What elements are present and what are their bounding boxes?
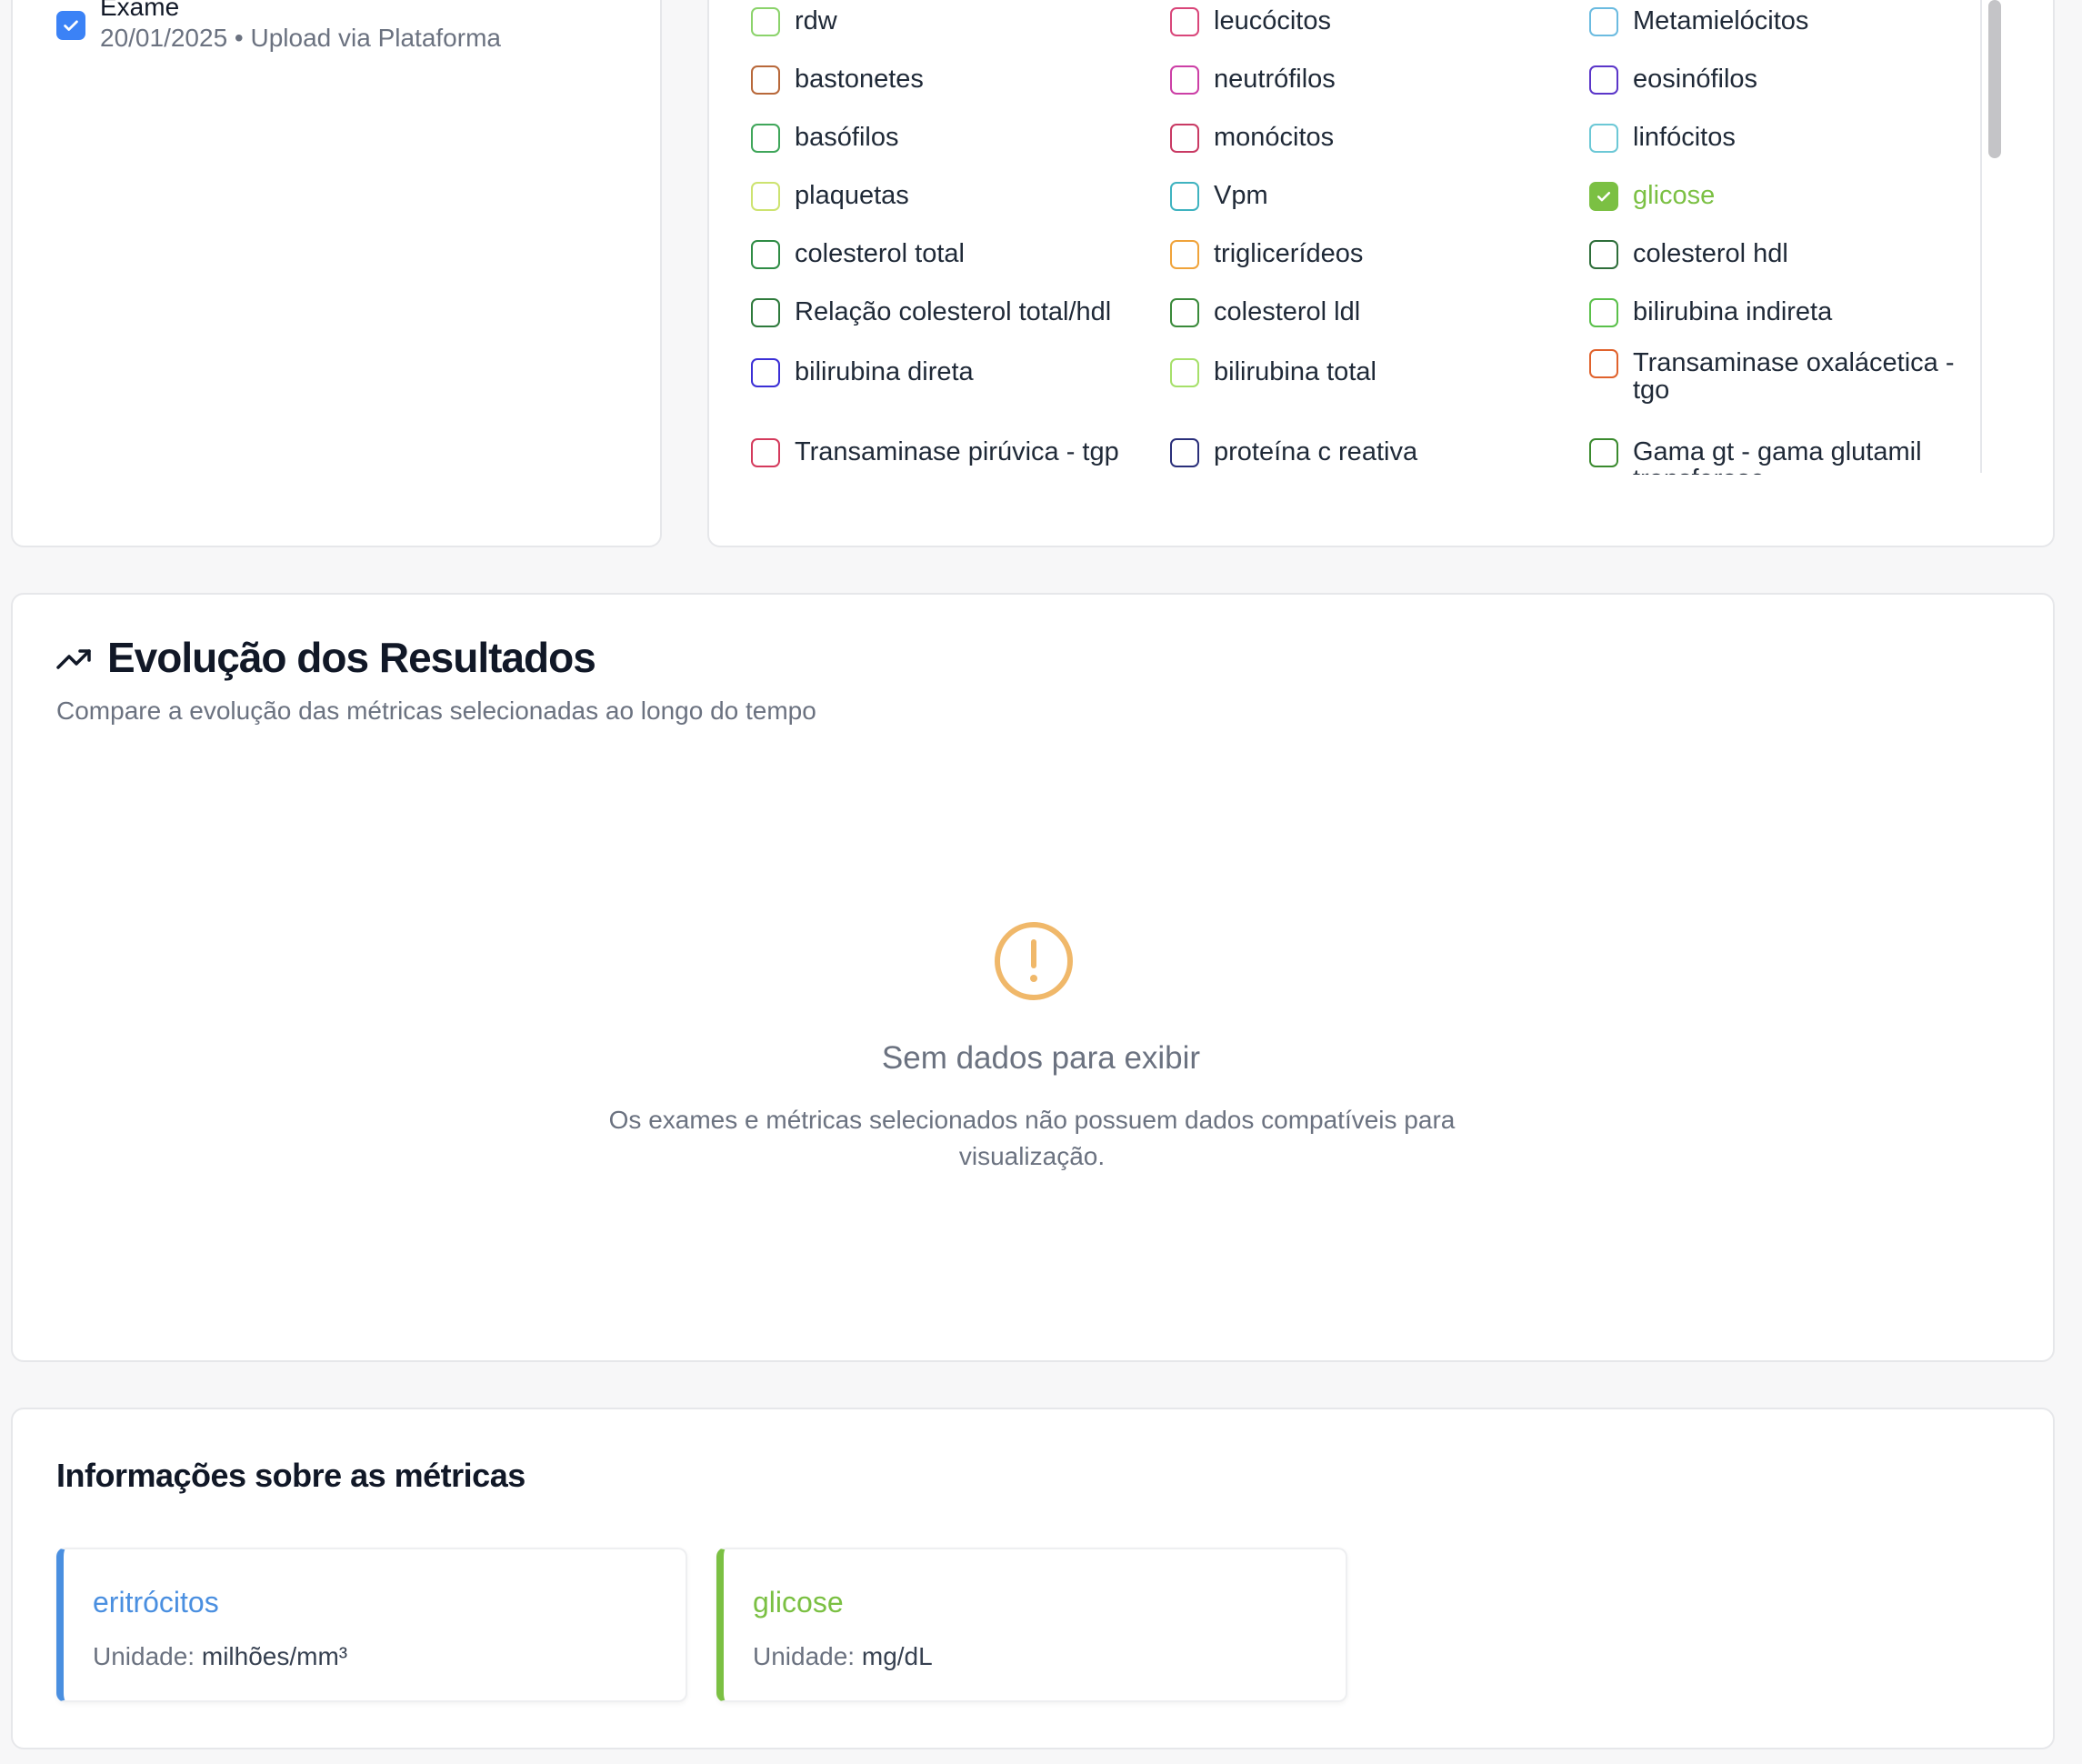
- metric-checkbox[interactable]: [1170, 438, 1199, 467]
- metric-option[interactable]: rdw: [751, 7, 1122, 36]
- metric-checkbox[interactable]: [1170, 124, 1199, 153]
- metric-info-name: glicose: [753, 1586, 844, 1619]
- alert-circle-icon: [993, 920, 1075, 1007]
- metric-checkbox[interactable]: [1589, 182, 1618, 211]
- metric-option[interactable]: neutrófilos: [1170, 65, 1541, 95]
- exam-title: Exame: [100, 0, 180, 21]
- metric-option[interactable]: basófilos: [751, 124, 1122, 153]
- metric-checkbox[interactable]: [751, 182, 780, 211]
- metric-checkbox[interactable]: [751, 240, 780, 269]
- exam-checkbox[interactable]: [56, 11, 85, 40]
- metric-label: colesterol hdl: [1633, 239, 1788, 268]
- metric-option[interactable]: linfócitos: [1589, 124, 1960, 153]
- metric-label: linfócitos: [1633, 123, 1736, 152]
- metric-label: glicose: [1633, 181, 1716, 210]
- metric-label: Transaminase pirúvica - tgp: [795, 437, 1119, 466]
- exam-meta: 20/01/2025 • Upload via Plataforma: [100, 24, 501, 52]
- metric-info-unit: Unidade: milhões/mm³: [93, 1642, 347, 1671]
- metric-list[interactable]: rdw leucócitos Metamielócitos bastonetes neu…: [736, 0, 2009, 475]
- metric-label: colesterol ldl: [1214, 297, 1361, 326]
- scrollbar-thumb[interactable]: [1988, 0, 2001, 158]
- metric-checkbox[interactable]: [751, 358, 780, 387]
- metric-checkbox[interactable]: [751, 65, 780, 95]
- info-title: Informações sobre as métricas: [56, 1457, 526, 1494]
- metric-info-box: glicose Unidade: mg/dL: [716, 1548, 1347, 1702]
- empty-state-description: Os exames e métricas selecionados não po…: [608, 1106, 1456, 1170]
- metric-option[interactable]: bilirubina total: [1170, 358, 1541, 387]
- metric-label: bilirubina total: [1214, 357, 1376, 386]
- metric-label: proteína c reativa: [1214, 437, 1418, 466]
- section-title: Evolução dos Resultados: [107, 634, 596, 681]
- metric-checkbox[interactable]: [751, 298, 780, 327]
- metric-label: basófilos: [795, 123, 899, 152]
- metric-option[interactable]: bilirubina indireta: [1589, 298, 1960, 327]
- metric-label: Transaminase oxalácetica - tgo: [1633, 348, 1955, 405]
- metric-label: triglicerídeos: [1214, 239, 1364, 268]
- metric-option[interactable]: Transaminase pirúvica - tgp: [751, 438, 1122, 467]
- metric-info-name: eritrócitos: [93, 1586, 219, 1619]
- unit-label: Unidade:: [753, 1642, 856, 1670]
- metric-option[interactable]: proteína c reativa: [1170, 438, 1541, 467]
- metric-checkbox[interactable]: [1170, 358, 1199, 387]
- metric-label: Relação colesterol total/hdl: [795, 297, 1112, 326]
- metric-label: Gama gt - gama glutamil transferase: [1633, 437, 1922, 475]
- metric-checkbox[interactable]: [751, 438, 780, 467]
- metric-checkbox[interactable]: [1589, 438, 1618, 467]
- metric-option[interactable]: leucócitos: [1170, 7, 1541, 36]
- trending-up-icon: [56, 646, 93, 677]
- metric-option[interactable]: glicose: [1589, 182, 1960, 211]
- metric-label: monócitos: [1214, 123, 1335, 152]
- metric-label: bilirubina direta: [795, 357, 974, 386]
- metric-info-unit: Unidade: mg/dL: [753, 1642, 933, 1671]
- exam-selection-card: [11, 0, 662, 547]
- metric-checkbox[interactable]: [1170, 7, 1199, 36]
- metric-option[interactable]: Transaminase oxalácetica - tgo: [1589, 349, 1960, 404]
- metric-checkbox[interactable]: [1170, 240, 1199, 269]
- metric-info-box: eritrócitos Unidade: milhões/mm³: [56, 1548, 687, 1702]
- metric-checkbox[interactable]: [1170, 298, 1199, 327]
- metric-option[interactable]: Metamielócitos: [1589, 7, 1960, 36]
- metric-label: Metamielócitos: [1633, 6, 1809, 35]
- metric-option[interactable]: Vpm: [1170, 182, 1541, 211]
- unit-value: mg/dL: [861, 1642, 933, 1670]
- metric-label: neutrófilos: [1214, 65, 1336, 94]
- metric-label: eosinófilos: [1633, 65, 1758, 94]
- metric-label: colesterol total: [795, 239, 965, 268]
- metric-label: Vpm: [1214, 181, 1268, 210]
- metric-option[interactable]: bastonetes: [751, 65, 1122, 95]
- metric-option[interactable]: colesterol hdl: [1589, 240, 1960, 269]
- metric-option[interactable]: triglicerídeos: [1170, 240, 1541, 269]
- metric-option[interactable]: bilirubina direta: [751, 358, 1122, 387]
- metric-label: rdw: [795, 6, 837, 35]
- metric-checkbox[interactable]: [1589, 349, 1618, 378]
- metric-label: leucócitos: [1214, 6, 1331, 35]
- metric-label: bilirubina indireta: [1633, 297, 1833, 326]
- empty-state-title: Sem dados para exibir: [881, 1040, 1201, 1076]
- metric-checkbox[interactable]: [1170, 182, 1199, 211]
- metric-option[interactable]: monócitos: [1170, 124, 1541, 153]
- section-subtitle: Compare a evolução das métricas selecion…: [56, 697, 816, 725]
- metric-option[interactable]: colesterol total: [751, 240, 1122, 269]
- metric-checkbox[interactable]: [751, 7, 780, 36]
- unit-label: Unidade:: [93, 1642, 195, 1670]
- unit-value: milhões/mm³: [201, 1642, 348, 1670]
- metric-option[interactable]: eosinófilos: [1589, 65, 1960, 95]
- metric-label: plaquetas: [795, 181, 909, 210]
- metric-checkbox[interactable]: [751, 124, 780, 153]
- metric-checkbox[interactable]: [1589, 65, 1618, 95]
- metric-label: bastonetes: [795, 65, 924, 94]
- metric-checkbox[interactable]: [1170, 65, 1199, 95]
- metric-option[interactable]: plaquetas: [751, 182, 1122, 211]
- metric-option[interactable]: Relação colesterol total/hdl: [751, 298, 1122, 327]
- metric-checkbox[interactable]: [1589, 240, 1618, 269]
- metric-checkbox[interactable]: [1589, 298, 1618, 327]
- metric-checkbox[interactable]: [1589, 124, 1618, 153]
- metric-option[interactable]: colesterol ldl: [1170, 298, 1541, 327]
- metric-option[interactable]: Gama gt - gama glutamil transferase: [1589, 438, 1960, 475]
- metric-checkbox[interactable]: [1589, 7, 1618, 36]
